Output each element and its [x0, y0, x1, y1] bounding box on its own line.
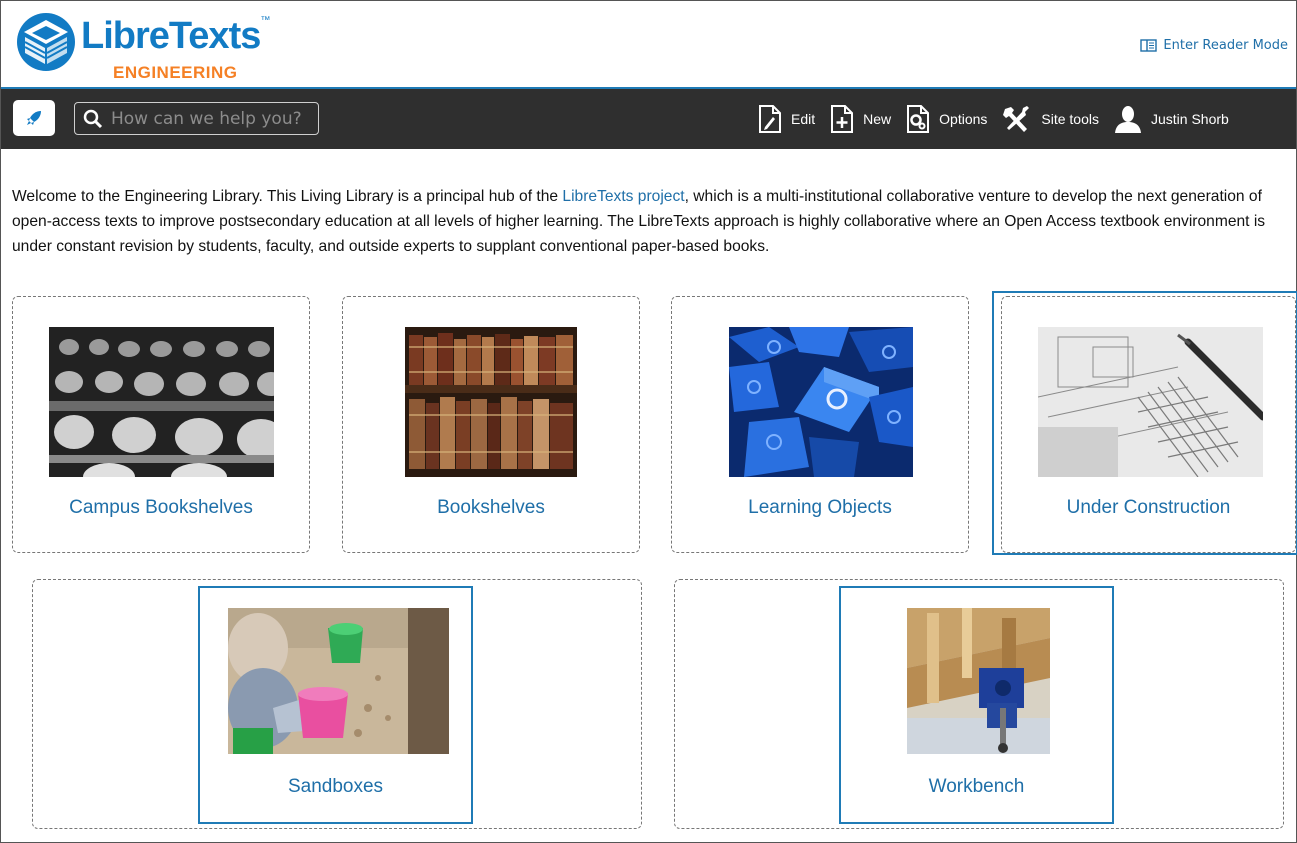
card-label-sandboxes: Sandboxes: [287, 776, 384, 797]
brand-tm: ™: [260, 15, 270, 26]
site-tools-button[interactable]: Site tools: [1001, 105, 1099, 133]
reader-icon: [1140, 39, 1158, 52]
card-learning-objects[interactable]: Learning Objects: [671, 296, 969, 553]
edit-label: Edit: [791, 111, 816, 127]
user-name: Justin Shorb: [1150, 111, 1229, 127]
card-label-workbench: Workbench: [928, 776, 1025, 797]
rocket-icon: [27, 111, 41, 125]
search-icon: [83, 109, 103, 128]
libretexts-logo[interactable]: LibreTexts™ ENGINEERING: [15, 11, 270, 82]
options-button[interactable]: Options: [905, 104, 987, 134]
card-sandboxes[interactable]: Sandboxes: [198, 586, 473, 824]
learning-objects-image: [729, 327, 913, 477]
under-construction-image: [1038, 327, 1263, 477]
bookshelves-image: [405, 327, 577, 477]
enter-reader-mode-link[interactable]: Enter Reader Mode: [1140, 38, 1288, 53]
site-tools-icon: [1003, 106, 1030, 132]
new-page-icon: [831, 105, 854, 133]
page-frame: LibreTexts™ ENGINEERING Enter Reader Mod…: [0, 0, 1297, 843]
card-workbench[interactable]: Workbench: [839, 586, 1114, 824]
card-label-bookshelves: Bookshelves: [437, 497, 545, 518]
welcome-text-start: Welcome to the Engineering Library. This…: [12, 188, 563, 205]
site-header: LibreTexts™ ENGINEERING Enter Reader Mod…: [1, 1, 1296, 89]
edit-icon: [759, 105, 781, 133]
card-campus-bookshelves[interactable]: Campus Bookshelves: [12, 296, 310, 553]
card-bookshelves[interactable]: Bookshelves: [342, 296, 640, 553]
launch-button[interactable]: [13, 100, 55, 136]
welcome-text: Welcome to the Engineering Library. This…: [12, 184, 1292, 259]
toolbar-actions: Edit New Options Site tools Justin Shorb: [757, 89, 1243, 149]
user-icon: [1114, 106, 1141, 133]
reader-mode-label: Enter Reader Mode: [1163, 38, 1288, 53]
card-label-under-construction: Under Construction: [1066, 497, 1231, 518]
brand-name: LibreTexts: [81, 15, 261, 57]
sandboxes-image: [228, 608, 449, 754]
brand-subtitle: ENGINEERING: [113, 63, 238, 82]
card-under-construction[interactable]: Under Construction: [1001, 296, 1296, 553]
options-label: Options: [939, 111, 988, 127]
new-label: New: [863, 111, 892, 127]
libretexts-project-link[interactable]: LibreTexts project: [562, 188, 684, 205]
options-icon: [907, 105, 930, 133]
user-menu[interactable]: Justin Shorb: [1113, 104, 1229, 134]
card-label-campus-bookshelves: Campus Bookshelves: [69, 497, 253, 518]
logo-wordmark: LibreTexts™: [81, 15, 270, 58]
search-input[interactable]: [109, 107, 313, 130]
new-page-button[interactable]: New: [829, 104, 891, 134]
workbench-image: [907, 608, 1050, 754]
site-tools-label: Site tools: [1041, 111, 1099, 127]
campus-bookshelves-image: [49, 327, 274, 477]
top-toolbar: Edit New Options Site tools Justin Shorb: [1, 89, 1296, 149]
logo-cube-icon: [17, 13, 75, 71]
edit-button[interactable]: Edit: [757, 104, 815, 134]
search-box[interactable]: [74, 102, 319, 135]
card-label-learning-objects: Learning Objects: [748, 497, 892, 518]
